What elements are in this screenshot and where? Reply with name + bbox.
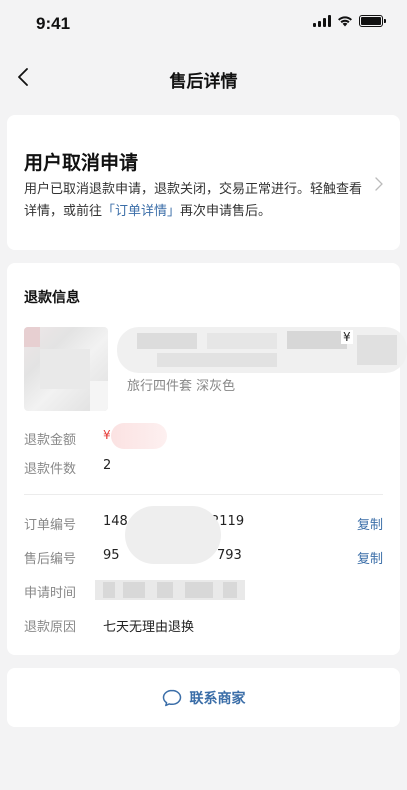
- status-desc-tail: 再次申请售后。: [180, 204, 272, 219]
- refund-count-value: 2: [103, 458, 112, 473]
- product-image[interactable]: [24, 327, 108, 411]
- refund-count-label: 退款件数: [24, 462, 77, 477]
- order-detail-link[interactable]: 「订单详情」: [102, 204, 180, 219]
- status-description: 用户已取消退款申请，退款关闭，交易正常进行。轻触查看详情，或前往「订单详情」再次…: [24, 179, 369, 223]
- status-bar: 9:41: [0, 0, 407, 48]
- signal-icon: [313, 15, 331, 27]
- chat-bubble-icon: [162, 689, 181, 706]
- aftersale-number-prefix: 95: [103, 548, 120, 563]
- product-name-redacted: [117, 327, 407, 373]
- apply-time-redacted: [95, 580, 245, 600]
- refund-amount-symbol: ¥: [103, 428, 111, 442]
- divider: [24, 494, 383, 495]
- refund-amount-redacted: [111, 423, 167, 449]
- refund-amount-label: 退款金额: [24, 433, 77, 448]
- contact-merchant-label: 联系商家: [189, 690, 246, 707]
- wifi-icon: [338, 16, 352, 27]
- contact-merchant-button[interactable]: 联系商家: [7, 668, 400, 727]
- refund-info-card: 退款信息 ¥ 旅行四件套 深灰色 退款金额 ¥ 退款件数 2 订单编号 148 …: [7, 263, 407, 655]
- order-number-prefix: 148: [103, 514, 128, 529]
- order-number-label: 订单编号: [24, 518, 77, 533]
- aftersale-number-label: 售后编号: [24, 552, 77, 567]
- copy-order-number-button[interactable]: 复制: [357, 514, 383, 533]
- status-title: 用户取消申请: [24, 152, 139, 174]
- copy-aftersale-number-button[interactable]: 复制: [357, 548, 383, 567]
- status-card[interactable]: 用户取消申请 用户已取消退款申请，退款关闭，交易正常进行。轻触查看详情，或前往「…: [7, 115, 400, 250]
- apply-time-label: 申请时间: [24, 586, 77, 601]
- status-icons: [313, 15, 386, 27]
- aftersale-number-suffix: 793: [217, 548, 242, 563]
- refund-reason-value: 七天无理由退换: [103, 620, 195, 635]
- order-number-redacted: [125, 506, 221, 564]
- chevron-right-icon: [375, 177, 383, 191]
- battery-icon: [359, 15, 386, 27]
- page-title: 售后详情: [169, 72, 238, 92]
- status-time: 9:41: [36, 14, 71, 33]
- product-spec: 旅行四件套 深灰色: [127, 379, 236, 394]
- product-price-symbol: ¥: [341, 330, 353, 344]
- nav-bar: 售后详情: [0, 58, 407, 98]
- section-title: 退款信息: [24, 290, 80, 306]
- refund-reason-label: 退款原因: [24, 620, 77, 635]
